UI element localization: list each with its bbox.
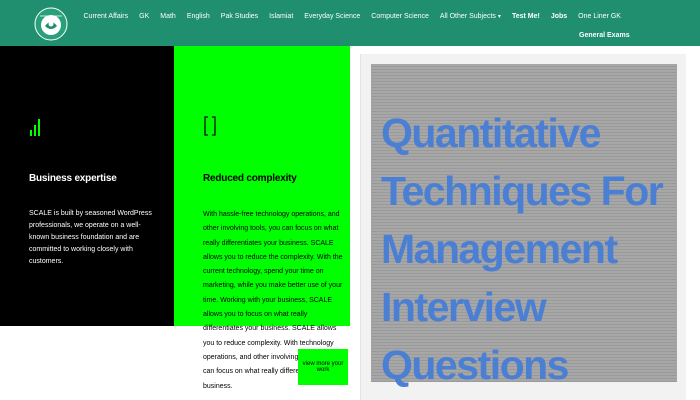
nav-test-me[interactable]: Test Me!: [506, 10, 545, 24]
nav-math[interactable]: Math: [155, 10, 182, 24]
featured-post-image[interactable]: Quantitative Techniques For Management I…: [371, 64, 677, 388]
nav-all-other-subjects-label: All Other Subjects: [439, 13, 496, 20]
nav-english[interactable]: English: [181, 10, 215, 24]
nav-everyday-science[interactable]: Everyday Science: [299, 10, 366, 24]
nav-computer-science[interactable]: Computer Science: [366, 10, 435, 24]
nav-islamiat[interactable]: Islamiat: [264, 10, 299, 24]
nav-pak-studies[interactable]: Pak Studies: [215, 10, 263, 24]
nav-general-exams[interactable]: General Exams: [573, 32, 636, 39]
nav-all-other-subjects[interactable]: All Other Subjects ▾: [434, 10, 506, 24]
feature-heading: Reduced complexity: [203, 173, 297, 184]
column-gap: [350, 46, 360, 400]
bracket-icon: [204, 116, 216, 136]
nav-menu: Current Affairs GK Math English Pak Stud…: [78, 10, 692, 24]
featured-post-card[interactable]: Quantitative Techniques For Management I…: [360, 54, 686, 400]
site-logo-icon[interactable]: [33, 6, 69, 42]
feature-heading: Business expertise: [29, 173, 117, 184]
top-navbar: Current Affairs GK Math English Pak Stud…: [0, 0, 700, 46]
view-more-button[interactable]: view more your work: [298, 349, 348, 385]
caret-down-icon: ▾: [497, 14, 501, 20]
feature-business-expertise: Business expertise SCALE is built by sea…: [0, 46, 174, 326]
nav-jobs[interactable]: Jobs: [545, 10, 572, 24]
nav-one-liner-gk[interactable]: One Liner GK: [573, 10, 627, 24]
bar-chart-icon: [30, 119, 40, 136]
nav-gk[interactable]: GK: [134, 10, 155, 24]
featured-post-title: Quantitative Techniques For Management I…: [381, 110, 664, 388]
feature-body: SCALE is built by seasoned WordPress pro…: [29, 210, 152, 265]
nav-current-affairs[interactable]: Current Affairs: [78, 10, 134, 24]
